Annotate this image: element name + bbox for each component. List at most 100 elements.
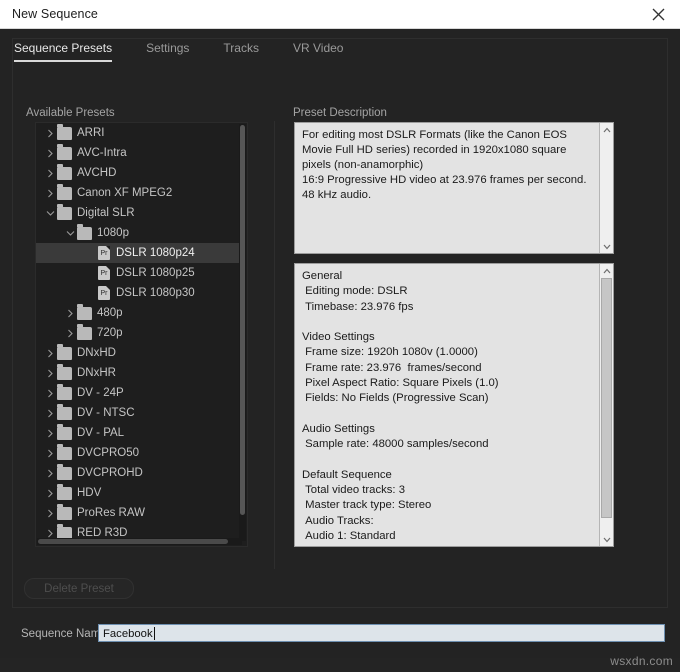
window-title: New Sequence: [12, 7, 98, 21]
chevron-right-icon[interactable]: [44, 443, 57, 463]
delete-preset-button[interactable]: Delete Preset: [24, 578, 134, 599]
close-icon[interactable]: [636, 0, 680, 28]
preset-tree-rows: ARRI AVC-Intra AVCHD Canon XF MPEG2 Digital …: [36, 123, 242, 541]
description-scrollbar[interactable]: [599, 123, 613, 253]
preset-settings-box: General Editing mode: DSLR Timebase: 23.…: [294, 263, 614, 547]
tree-item-dnxhr[interactable]: DNxHR: [36, 363, 242, 383]
folder-icon: [57, 383, 72, 400]
chevron-down-icon[interactable]: [44, 203, 57, 223]
tree-item-label: DNxHR: [77, 367, 116, 379]
tree-item-label: DNxHD: [77, 347, 116, 359]
folder-icon: [57, 183, 72, 200]
tree-item-dslr-1080p25[interactable]: Pr DSLR 1080p25: [36, 263, 242, 283]
tree-vertical-scrollbar[interactable]: [239, 124, 246, 541]
tree-item-avc-intra[interactable]: AVC-Intra: [36, 143, 242, 163]
chevron-right-icon[interactable]: [44, 403, 57, 423]
chevron-right-icon[interactable]: [64, 303, 77, 323]
tree-item-dv-pal[interactable]: DV - PAL: [36, 423, 242, 443]
folder-icon: [57, 363, 72, 380]
tree-item-dv-ntsc[interactable]: DV - NTSC: [36, 403, 242, 423]
tree-item-digital-slr[interactable]: Digital SLR: [36, 203, 242, 223]
tree-item-dslr-1080p30[interactable]: Pr DSLR 1080p30: [36, 283, 242, 303]
chevron-right-icon[interactable]: [44, 143, 57, 163]
folder-icon: [57, 123, 72, 140]
folder-icon: [57, 343, 72, 360]
preset-file-icon: Pr: [98, 286, 110, 300]
scrollbar-thumb[interactable]: [38, 539, 228, 544]
tree-item-dvcpro50[interactable]: DVCPRO50: [36, 443, 242, 463]
new-sequence-dialog: New Sequence Sequence Presets Settings T…: [0, 0, 680, 672]
tree-item-label: 480p: [97, 307, 123, 319]
chevron-down-icon[interactable]: [600, 240, 613, 253]
chevron-right-icon[interactable]: [44, 363, 57, 383]
tree-item-label: DV - NTSC: [77, 407, 135, 419]
chevron-right-icon[interactable]: [64, 323, 77, 343]
tree-item-label: DVCPRO50: [77, 447, 139, 459]
chevron-right-icon[interactable]: [44, 343, 57, 363]
chevron-up-icon[interactable]: [600, 123, 613, 136]
chevron-right-icon[interactable]: [44, 503, 57, 523]
tree-item-canon-xf-mpeg2[interactable]: Canon XF MPEG2: [36, 183, 242, 203]
chevron-right-icon[interactable]: [44, 423, 57, 443]
chevron-up-icon[interactable]: [600, 264, 613, 277]
tab-vr-video[interactable]: VR Video: [293, 41, 343, 62]
preset-description-text: For editing most DSLR Formats (like the …: [302, 129, 587, 201]
tree-item-label: DV - 24P: [77, 387, 124, 399]
folder-icon: [77, 323, 92, 340]
tab-sequence-presets[interactable]: Sequence Presets: [14, 41, 113, 62]
tree-item-label: DSLR 1080p30: [116, 287, 195, 299]
tree-item-prores-raw[interactable]: ProRes RAW: [36, 503, 242, 523]
sequence-name-value: Facebook: [103, 628, 153, 640]
scrollbar-thumb[interactable]: [240, 125, 245, 515]
settings-scrollbar[interactable]: [599, 264, 613, 546]
tree-item-label: 720p: [97, 327, 123, 339]
tab-settings[interactable]: Settings: [146, 41, 189, 62]
chevron-right-icon[interactable]: [44, 483, 57, 503]
folder-icon: [57, 423, 72, 440]
text-caret: [153, 627, 155, 640]
tree-item-label: DSLR 1080p25: [116, 267, 195, 279]
tree-item-720p[interactable]: 720p: [36, 323, 242, 343]
bottom-strip: [0, 658, 680, 672]
tree-item-label: Digital SLR: [77, 207, 135, 219]
preset-settings-text: General Editing mode: DSLR Timebase: 23.…: [302, 270, 499, 546]
available-presets-label: Available Presets: [26, 107, 115, 119]
chevron-down-icon[interactable]: [64, 223, 77, 243]
sequence-name-label: Sequence Name:: [21, 628, 110, 640]
tree-item-dslr-1080p24[interactable]: Pr DSLR 1080p24: [36, 243, 242, 263]
preset-description-label: Preset Description: [293, 107, 387, 119]
tree-item-1080p[interactable]: 1080p: [36, 223, 242, 243]
chevron-right-icon[interactable]: [44, 183, 57, 203]
tree-horizontal-scrollbar[interactable]: [37, 538, 242, 545]
preset-tree[interactable]: ARRI AVC-Intra AVCHD Canon XF MPEG2 Digital …: [35, 122, 248, 547]
chevron-right-icon[interactable]: [44, 463, 57, 483]
chevron-right-icon[interactable]: [44, 383, 57, 403]
tree-item-label: DSLR 1080p24: [116, 247, 195, 259]
tree-item-avchd[interactable]: AVCHD: [36, 163, 242, 183]
tree-item-dv-24p[interactable]: DV - 24P: [36, 383, 242, 403]
sequence-name-input[interactable]: Facebook: [98, 624, 665, 642]
title-bar: New Sequence: [0, 0, 680, 29]
folder-icon: [57, 403, 72, 420]
tree-item-hdv[interactable]: HDV: [36, 483, 242, 503]
preset-file-icon: Pr: [98, 266, 110, 280]
tree-item-label: HDV: [77, 487, 102, 499]
chevron-right-icon[interactable]: [44, 123, 57, 143]
tree-item-480p[interactable]: 480p: [36, 303, 242, 323]
tab-label: Settings: [146, 41, 190, 55]
chevron-right-icon[interactable]: [44, 163, 57, 183]
tree-item-arri[interactable]: ARRI: [36, 123, 242, 143]
tab-label: VR Video: [292, 41, 344, 55]
tree-item-label: DVCPROHD: [77, 467, 143, 479]
tab-tracks[interactable]: Tracks: [223, 41, 259, 62]
folder-icon: [57, 143, 72, 160]
tree-item-dnxhd[interactable]: DNxHD: [36, 343, 242, 363]
scrollbar-thumb[interactable]: [601, 278, 612, 518]
tree-item-dvcprohd[interactable]: DVCPROHD: [36, 463, 242, 483]
tree-item-label: 1080p: [97, 227, 129, 239]
chevron-down-icon[interactable]: [600, 533, 613, 546]
folder-icon: [57, 203, 72, 220]
tree-item-label: DV - PAL: [77, 427, 125, 439]
folder-icon: [77, 303, 92, 320]
